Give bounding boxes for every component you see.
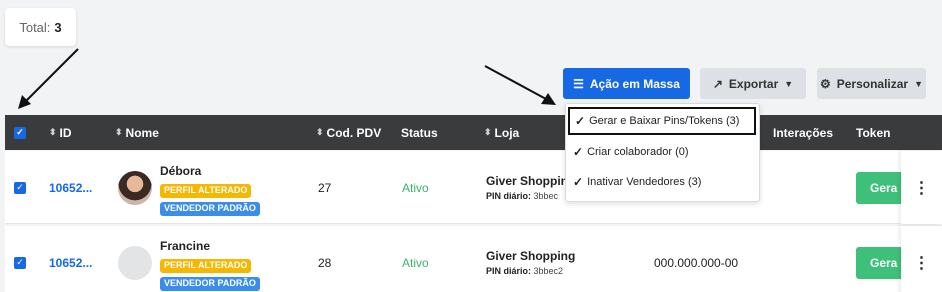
chevron-down-icon: ▼ — [914, 78, 924, 89]
sort-icon: ⬍ — [316, 127, 324, 137]
store-name: Giver Shopping — [486, 249, 576, 263]
mass-action-button[interactable]: ☰ Ação em Massa — [563, 68, 690, 99]
menu-item-inactivate-sellers[interactable]: ✓ Inativar Vendedores (3) — [573, 175, 701, 189]
check-icon: ✓ — [14, 126, 26, 139]
avatar — [118, 171, 152, 205]
column-label-pdv: Cod. PDV — [326, 125, 382, 140]
column-header-id[interactable]: ⬍ ID — [49, 115, 72, 150]
profile-changed-badge: PERFIL ALTERADO — [160, 259, 252, 273]
row-checkbox[interactable]: ✓ — [14, 226, 26, 292]
mass-action-menu: ✓ Gerar e Baixar Pins/Tokens (3) ✓ Criar… — [565, 103, 760, 202]
daily-pin: PIN diário: 3bbec — [486, 191, 558, 201]
kebab-icon[interactable]: ⋮ — [901, 151, 942, 224]
pin-label: PIN diário: — [486, 266, 532, 276]
column-header-status: Status — [401, 115, 438, 150]
store-cell: Giver Shopping PIN diário: 3bbec — [486, 151, 575, 224]
pdv-code: 28 — [318, 255, 332, 270]
menu-item-label: Gerar e Baixar Pins/Tokens (3) — [589, 115, 740, 127]
status-text: Ativo — [402, 180, 429, 195]
row-id-link[interactable]: 10652... — [49, 226, 92, 292]
check-icon: ✓ — [575, 114, 586, 128]
chevron-down-icon: ▼ — [784, 78, 794, 89]
total-card: Total: 3 — [5, 8, 76, 46]
menu-item-generate-pins[interactable]: ✓ Gerar e Baixar Pins/Tokens (3) — [568, 107, 756, 135]
select-all-checkbox[interactable]: ✓ — [14, 115, 26, 150]
checklist-icon: ☰ — [573, 76, 584, 91]
default-seller-badge: VENDEDOR PADRÃO — [160, 276, 260, 291]
customize-label: Personalizar — [836, 76, 909, 91]
pin-value: 3bbec2 — [533, 266, 564, 276]
name-block: Francine PERFIL ALTERADO VENDEDOR PADRÃO — [160, 239, 260, 291]
table-header: ✓ ⬍ ID ⬍ Nome ⬍ Cod. PDV Status ⬍ Loja I… — [5, 115, 942, 150]
check-icon: ✓ — [573, 145, 584, 159]
total-value: 3 — [54, 19, 62, 35]
seller-name: Débora — [160, 164, 202, 178]
export-label: Exportar — [728, 76, 779, 91]
kebab-icon[interactable]: ⋮ — [901, 226, 942, 292]
pin-label: PIN diário: — [486, 191, 532, 201]
column-header-store[interactable]: ⬍ Loja — [484, 115, 519, 150]
sort-icon: ⬍ — [484, 127, 492, 137]
mass-action-label: Ação em Massa — [589, 76, 680, 91]
table-row: ✓ 10652... Débora PERFIL ALTERADO VENDED… — [5, 151, 942, 224]
row-id-link[interactable]: 10652... — [49, 151, 92, 224]
pdv-code: 27 — [318, 180, 332, 195]
pin-value: 3bbec — [533, 191, 559, 201]
menu-item-label: Criar colaborador (0) — [587, 146, 689, 158]
row-checkbox[interactable]: ✓ — [14, 151, 26, 224]
column-header-token: Token — [856, 115, 890, 150]
export-button[interactable]: ↗ Exportar ▼ — [700, 68, 806, 99]
status-text: Ativo — [402, 255, 429, 270]
daily-pin: PIN diário: 3bbec2 — [486, 266, 563, 276]
check-icon: ✓ — [14, 256, 26, 269]
column-label-interactions: Interações — [773, 125, 834, 140]
share-icon: ↗ — [712, 76, 723, 91]
customize-button[interactable]: ⚙ Personalizar ▼ — [817, 68, 926, 99]
table-row: ✓ 10652... Francine PERFIL ALTERADO VEND… — [5, 226, 942, 292]
column-header-interactions: Interações — [773, 115, 833, 150]
column-label-token: Token — [856, 125, 891, 140]
avatar — [118, 246, 152, 280]
generate-token-button[interactable]: Gera — [856, 172, 906, 204]
store-cell: Giver Shopping PIN diário: 3bbec2 — [486, 226, 575, 292]
menu-item-create-collaborator[interactable]: ✓ Criar colaborador (0) — [573, 145, 689, 159]
column-label-store: Loja — [494, 125, 520, 140]
generate-token-button[interactable]: Gera — [856, 247, 906, 279]
seller-name: Francine — [160, 239, 211, 253]
column-label-name: Nome — [125, 125, 159, 140]
check-icon: ✓ — [573, 175, 584, 189]
total-label: Total: — [19, 19, 51, 35]
check-icon: ✓ — [14, 181, 26, 194]
profile-changed-badge: PERFIL ALTERADO — [160, 184, 252, 198]
column-header-name[interactable]: ⬍ Nome — [115, 115, 159, 150]
store-name: Giver Shopping — [486, 174, 576, 188]
sort-icon: ⬍ — [49, 127, 57, 137]
name-block: Débora PERFIL ALTERADO VENDEDOR PADRÃO — [160, 164, 260, 216]
column-label-status: Status — [401, 125, 438, 140]
gear-icon: ⚙ — [819, 76, 831, 91]
cpf-value: 000.000.000-00 — [654, 255, 739, 270]
column-label-id: ID — [59, 125, 72, 140]
menu-item-label: Inativar Vendedores (3) — [587, 176, 702, 188]
default-seller-badge: VENDEDOR PADRÃO — [160, 201, 260, 216]
sort-icon: ⬍ — [115, 127, 123, 137]
column-header-pdv[interactable]: ⬍ Cod. PDV — [316, 115, 381, 150]
